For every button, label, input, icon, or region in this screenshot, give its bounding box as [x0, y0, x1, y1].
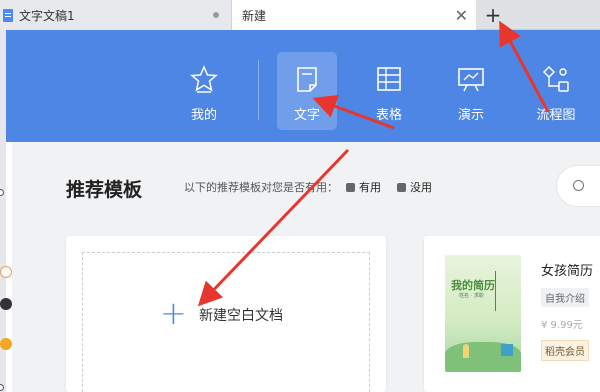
thumbnail-subtitle: 姓名 · 求职 [459, 293, 484, 299]
nav-label: 我的 [190, 108, 217, 123]
swing-graphic [495, 271, 496, 311]
tab-bar: 文字文稿1 新建 ✕ + [0, 0, 600, 30]
template-card[interactable]: 我的简历 姓名 · 求职 女孩简历 自我介绍 ¥ 9.99元 稻壳会员 [424, 236, 600, 392]
feedback-bar: 以下的推荐模板对您是否有用： 有用 没用 [184, 179, 432, 195]
flowchart-icon [542, 65, 569, 92]
template-title[interactable]: 女孩简历 [541, 260, 593, 279]
useful-button[interactable]: 有用 [359, 179, 381, 195]
document-icon [3, 8, 13, 22]
plus-icon: + [160, 294, 187, 332]
left-dot-dark [0, 298, 12, 310]
star-icon [190, 65, 218, 93]
nav-item-mine[interactable]: 我的 [174, 52, 234, 130]
nav-label: 演示 [457, 108, 484, 123]
nav-divider [258, 60, 259, 120]
thumbs-up-icon[interactable] [346, 182, 355, 192]
nav-label: 流程图 [536, 108, 576, 123]
vip-badge[interactable]: 稻壳会员 [541, 340, 589, 361]
thumbnail-title: 我的简历 [451, 279, 495, 292]
thumbs-down-icon[interactable] [397, 182, 406, 192]
house-graphic [501, 344, 513, 356]
close-icon[interactable]: ✕ [455, 6, 468, 25]
template-price: ¥ 9.99元 [541, 320, 583, 331]
girl-graphic [463, 344, 469, 358]
new-blank-document-card[interactable]: + 新建空白文档 [66, 236, 386, 392]
new-tab-button[interactable]: + [482, 4, 504, 26]
left-dot-orange [0, 338, 12, 350]
document-icon [297, 67, 317, 92]
tab-label: 新建 [242, 8, 267, 23]
tab-label: 文字文稿1 [19, 8, 75, 23]
table-icon [377, 67, 401, 91]
template-tag[interactable]: 自我介绍 [541, 288, 589, 307]
useless-button[interactable]: 没用 [410, 179, 432, 195]
nav-item-presentation[interactable]: 演示 [441, 52, 501, 130]
section-title: 推荐模板 [66, 179, 143, 201]
new-blank-label: 新建空白文档 [199, 308, 283, 324]
category-header: 我的 文字 表格 演示 流程图 [6, 30, 600, 142]
nav-label: 文字 [293, 108, 320, 123]
nav-item-writer[interactable]: 文字 [277, 52, 337, 130]
nav-item-spreadsheet[interactable]: 表格 [359, 52, 419, 130]
unsaved-dot-icon [213, 12, 219, 18]
template-thumbnail[interactable]: 我的简历 姓名 · 求职 [445, 255, 521, 372]
feedback-question: 以下的推荐模板对您是否有用： [184, 181, 338, 194]
left-dot-orange-outline [0, 266, 12, 278]
search-icon [573, 180, 584, 191]
presentation-icon [458, 68, 484, 92]
search-button[interactable] [556, 165, 600, 207]
tab-document-1[interactable]: 文字文稿1 [0, 0, 232, 30]
nav-label: 表格 [375, 108, 402, 123]
nav-item-flowchart[interactable]: 流程图 [526, 52, 586, 130]
tab-new[interactable]: 新建 ✕ [232, 0, 476, 30]
